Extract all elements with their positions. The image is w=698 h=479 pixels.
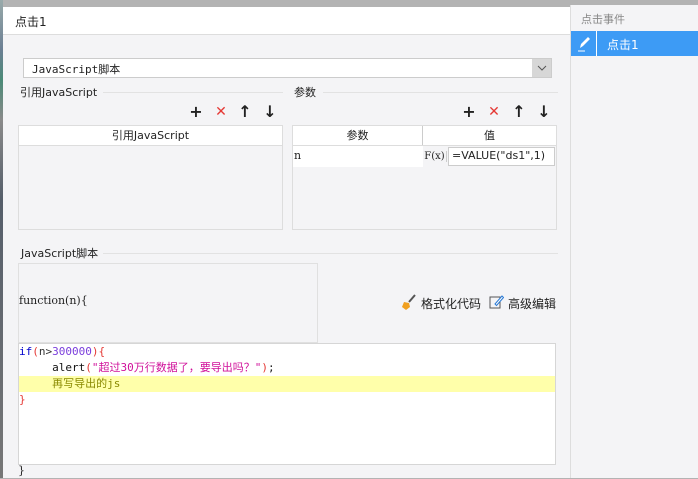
param-name-cell[interactable]: n	[293, 146, 423, 167]
divider	[103, 253, 558, 254]
dialog-title: 点击1	[15, 15, 47, 29]
code-line-4: }	[19, 393, 26, 406]
advanced-edit-label: 高级编辑	[508, 296, 557, 311]
event-item-label: 点击1	[607, 38, 639, 52]
add-icon[interactable]: +	[187, 104, 205, 120]
move-up-icon[interactable]: ↑	[236, 104, 254, 120]
function-signature: function(n){	[19, 294, 88, 307]
divider	[323, 92, 558, 93]
code-line-2: alert("超过30万行数据了，要导出吗？");	[52, 361, 275, 374]
move-up-icon[interactable]: ↑	[510, 104, 528, 120]
code-editor[interactable]: if(n>300000){ alert("超过30万行数据了，要导出吗？"); …	[18, 343, 556, 465]
function-closing-brace: }	[18, 464, 25, 477]
chevron-down-icon[interactable]	[532, 59, 551, 77]
events-panel: 点击事件 点击1	[570, 5, 698, 478]
ref-js-section-label: 引用JavaScript	[20, 86, 98, 99]
params-table: 参数 值 n F(x) =VALUE("ds1",1)	[292, 125, 557, 230]
param-value-input[interactable]: =VALUE("ds1",1)	[448, 147, 555, 166]
function-signature-box: function(n){	[18, 263, 318, 343]
script-type-value: JavaScript脚本	[32, 63, 121, 76]
event-item-selected[interactable]: 点击1	[571, 31, 698, 56]
pencil-icon[interactable]	[571, 31, 597, 56]
delete-param-icon[interactable]: ✕	[485, 104, 503, 120]
script-section-label: JavaScript脚本	[21, 247, 99, 260]
events-panel-title: 点击事件	[581, 13, 625, 26]
ref-js-table: 引用JavaScript	[18, 125, 283, 230]
script-type-select[interactable]: JavaScript脚本	[23, 58, 552, 78]
value-column-header: 值	[484, 129, 495, 142]
move-down-icon[interactable]: ↓	[261, 104, 279, 120]
table-row: n F(x) =VALUE("ds1",1)	[293, 146, 556, 167]
params-header-row: 参数 值	[293, 126, 556, 146]
params-section-label: 参数	[294, 86, 316, 99]
move-down-icon[interactable]: ↓	[535, 104, 553, 120]
delete-icon[interactable]: ✕	[212, 104, 230, 120]
advanced-edit-button[interactable]: 高级编辑	[489, 294, 556, 312]
formula-icon[interactable]: F(x)	[423, 151, 447, 162]
event-dialog: 点击1 JavaScript脚本 引用JavaScript + ✕ ↑ ↓ 引用…	[3, 7, 570, 478]
code-line-3-highlighted: 再写导出的js	[19, 376, 555, 392]
ref-js-column-header: 引用JavaScript	[19, 126, 282, 146]
add-param-icon[interactable]: +	[460, 104, 478, 120]
param-column-header: 参数	[293, 126, 423, 145]
edit-icon	[489, 294, 505, 312]
broom-icon	[401, 294, 417, 313]
divider	[103, 92, 283, 93]
code-line-1: if(n>300000){	[19, 345, 106, 358]
dialog-header: 点击1	[3, 7, 570, 35]
format-code-label: 格式化代码	[421, 297, 482, 311]
format-code-button[interactable]: 格式化代码	[401, 294, 481, 313]
